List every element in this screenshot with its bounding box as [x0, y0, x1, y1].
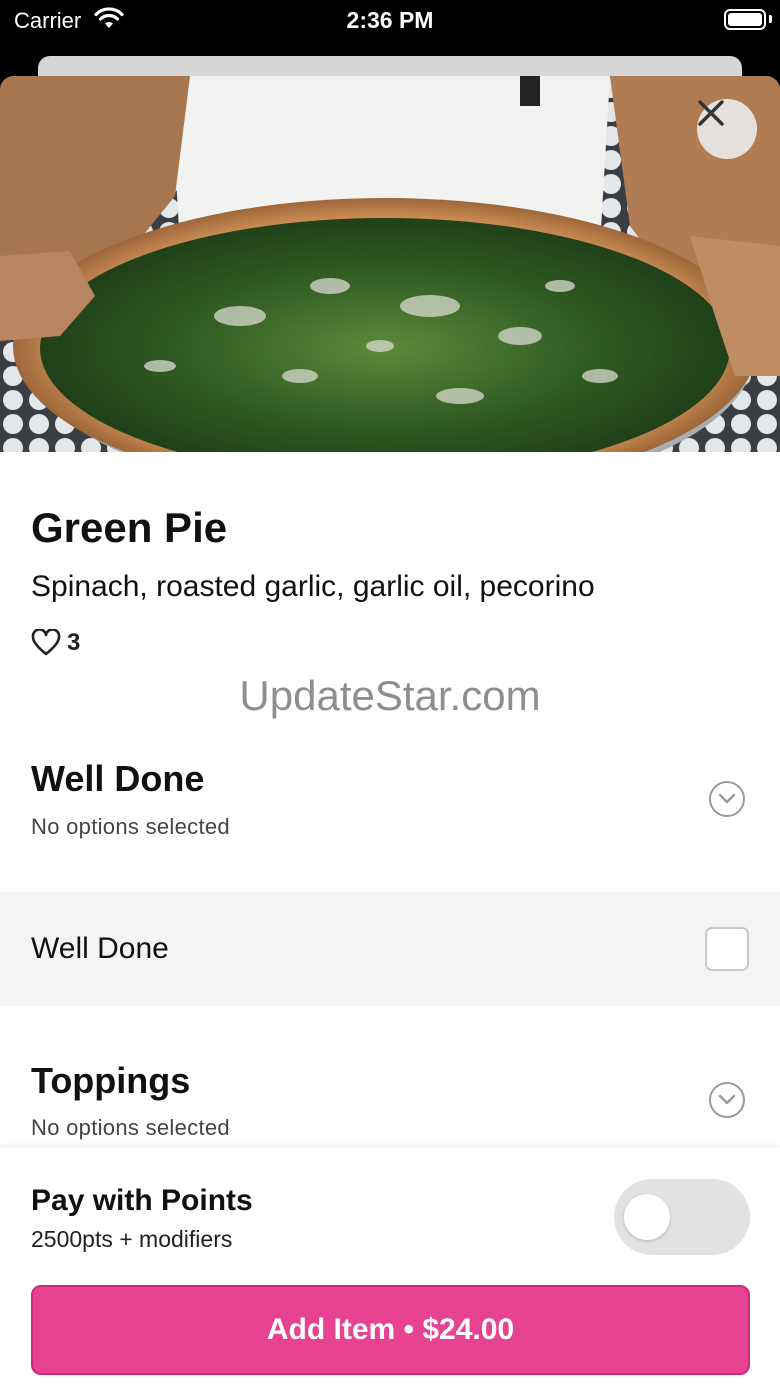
pay-with-points-subtitle: 2500pts + modifiers — [31, 1226, 233, 1252]
heart-icon — [31, 629, 61, 656]
status-time: 2:36 PM — [346, 7, 434, 33]
battery-tip — [769, 15, 772, 23]
close-button[interactable] — [697, 99, 757, 159]
expand-well-done-button[interactable] — [709, 781, 745, 817]
section-title-toppings: Toppings — [31, 1060, 191, 1101]
item-photo — [0, 76, 780, 452]
watermark: UpdateStar.com — [239, 672, 541, 719]
like-count: 3 — [67, 629, 81, 656]
status-bar: Carrier 2:36 PM — [0, 0, 780, 40]
add-item-button[interactable]: Add Item • $24.00 — [31, 1285, 750, 1375]
item-detail-sheet: Green Pie Spinach, roasted garlic, garli… — [0, 76, 780, 1387]
option-label: Well Done — [31, 932, 169, 965]
close-icon — [698, 100, 724, 126]
section-title-well-done: Well Done — [31, 758, 205, 799]
section-status-well-done: No options selected — [31, 814, 230, 839]
pay-with-points-title: Pay with Points — [31, 1184, 253, 1217]
section-status-toppings: No options selected — [31, 1115, 230, 1140]
pay-with-points-toggle[interactable] — [614, 1179, 750, 1255]
toggle-knob — [624, 1194, 670, 1240]
checkout-bar: Pay with Points 2500pts + modifiers Add … — [0, 1148, 780, 1387]
item-title: Green Pie — [31, 504, 228, 551]
item-description: Spinach, roasted garlic, garlic oil, pec… — [31, 570, 595, 603]
battery-icon — [724, 9, 766, 30]
option-checkbox[interactable] — [705, 927, 749, 971]
option-row-well-done[interactable]: Well Done — [0, 892, 780, 1006]
chevron-down-icon — [718, 793, 736, 804]
chevron-down-icon — [718, 1094, 736, 1105]
expand-toppings-button[interactable] — [709, 1082, 745, 1118]
like-control[interactable]: 3 — [31, 627, 80, 659]
